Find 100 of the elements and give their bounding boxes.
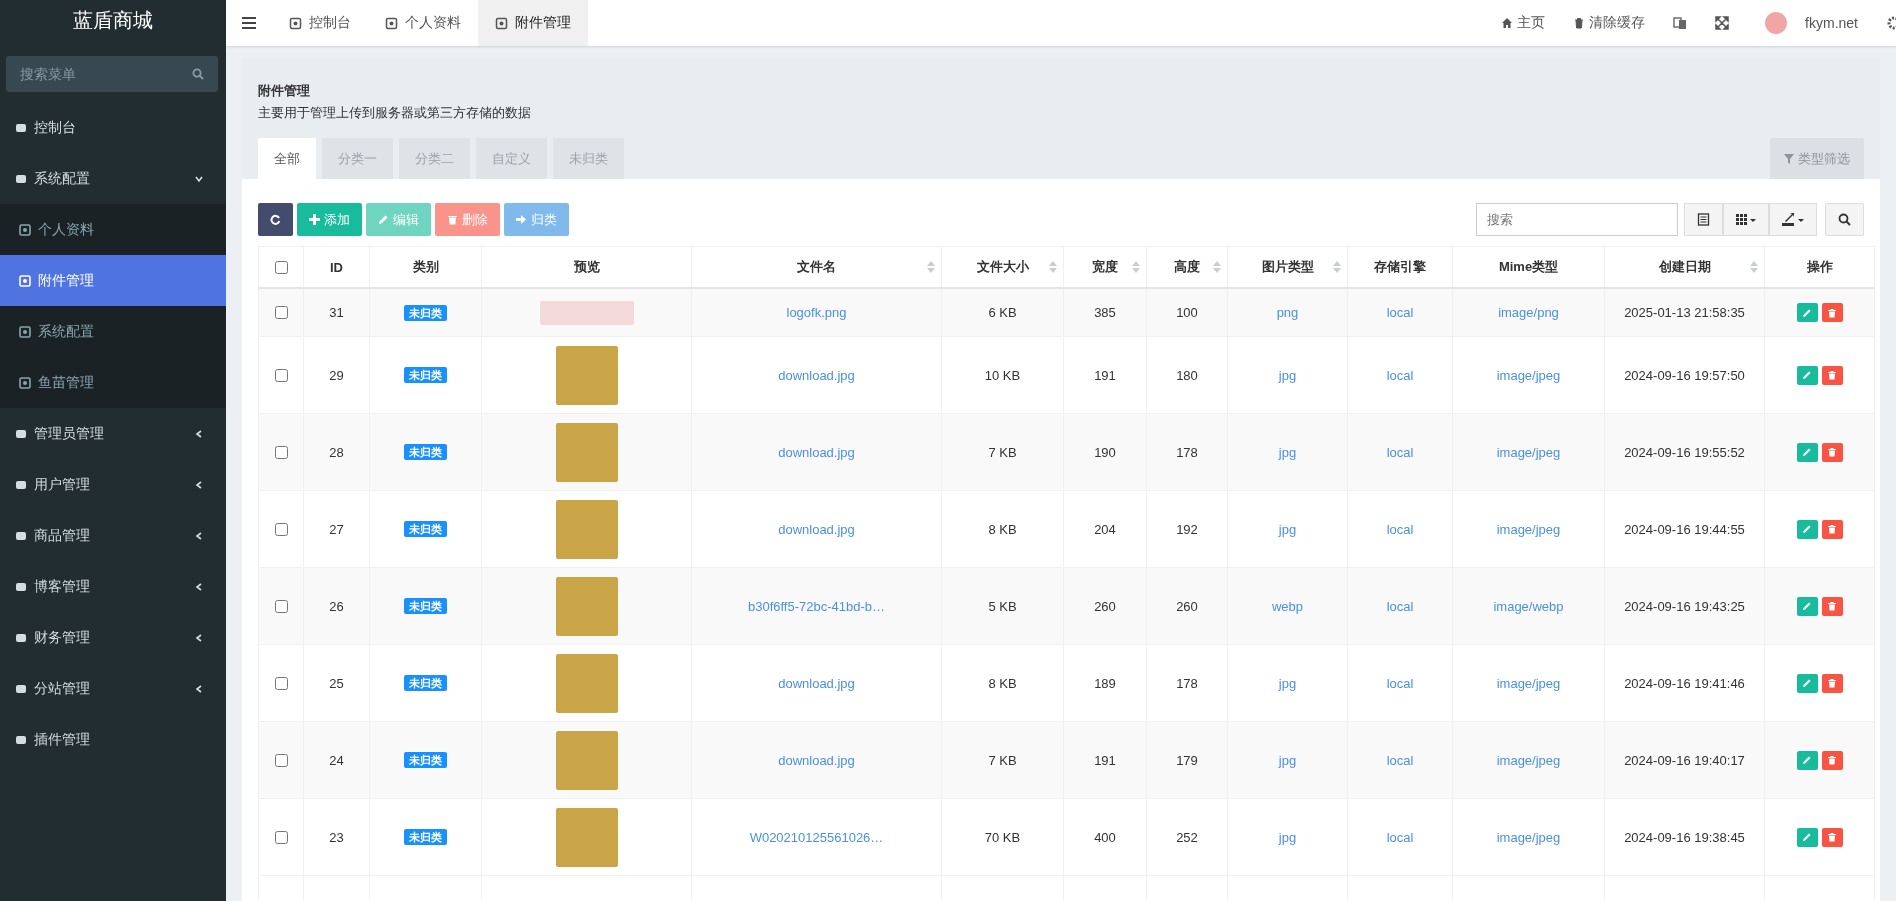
row-checkbox[interactable] — [275, 522, 288, 536]
nav-tab[interactable]: 控制台 — [272, 0, 368, 46]
sidebar-item[interactable]: 控制台 — [0, 102, 226, 153]
mime-link[interactable]: image/jpeg — [1496, 829, 1561, 845]
row-delete-button[interactable] — [1821, 827, 1843, 847]
add-button[interactable]: 添加 — [297, 203, 362, 236]
toggle-view-button[interactable] — [1684, 203, 1723, 236]
row-edit-button[interactable] — [1796, 442, 1818, 462]
columns-dropdown-button[interactable] — [1723, 203, 1769, 236]
table-search-field[interactable]: 搜索 — [1476, 203, 1678, 236]
row-edit-button[interactable] — [1796, 519, 1818, 539]
menu-search-field[interactable]: 搜索菜单 — [6, 56, 218, 92]
sidebar-subitem[interactable]: 个人资料 — [0, 204, 226, 255]
row-checkbox[interactable] — [275, 445, 288, 459]
row-delete-button[interactable] — [1821, 442, 1843, 462]
sidebar-item[interactable]: 分站管理 — [0, 663, 226, 714]
photo-placeholder[interactable] — [555, 653, 618, 713]
storage-link[interactable]: local — [1386, 675, 1414, 691]
mime-link[interactable]: image/jpeg — [1496, 367, 1561, 383]
settings-icon[interactable] — [1886, 16, 1896, 30]
file-link[interactable]: download.jpg — [778, 675, 855, 691]
top-action-link[interactable]: 清除缓存 — [1573, 14, 1646, 32]
photo-placeholder[interactable] — [555, 576, 618, 636]
photo-placeholder[interactable] — [555, 422, 618, 482]
type-link[interactable]: png — [1276, 305, 1299, 320]
file-link[interactable]: download.jpg — [778, 444, 855, 460]
row-checkbox[interactable] — [275, 599, 288, 613]
row-delete-button[interactable] — [1821, 596, 1843, 616]
sidebar-item[interactable]: 博客管理 — [0, 561, 226, 612]
photo-placeholder[interactable] — [555, 499, 618, 559]
type-filter-button[interactable]: 类型筛选 — [1770, 138, 1864, 179]
nav-tab[interactable]: 附件管理 — [478, 0, 588, 46]
row-checkbox[interactable] — [275, 676, 288, 690]
sidebar-subitem[interactable]: 附件管理 — [0, 255, 226, 306]
mime-link[interactable]: image/jpeg — [1496, 521, 1561, 537]
category-tab[interactable]: 自定义 — [476, 138, 547, 179]
row-checkbox[interactable] — [275, 753, 288, 767]
row-delete-button[interactable] — [1821, 303, 1843, 322]
file-link[interactable]: download.jpg — [778, 521, 855, 537]
type-link[interactable]: jpg — [1278, 675, 1297, 691]
type-link[interactable]: jpg — [1278, 829, 1297, 845]
sidebar-subitem[interactable]: 鱼苗管理 — [0, 357, 226, 408]
avatar[interactable] — [1765, 12, 1788, 34]
type-link[interactable]: jpg — [1278, 367, 1297, 383]
row-edit-button[interactable] — [1796, 303, 1818, 322]
type-link[interactable]: jpg — [1278, 444, 1297, 460]
row-delete-button[interactable] — [1821, 365, 1843, 385]
row-edit-button[interactable] — [1796, 673, 1818, 693]
storage-link[interactable]: local — [1386, 367, 1414, 383]
row-checkbox[interactable] — [275, 368, 288, 382]
row-delete-button[interactable] — [1821, 519, 1843, 539]
storage-link[interactable]: local — [1386, 521, 1414, 537]
fullscreen-icon[interactable] — [1715, 16, 1730, 30]
storage-link[interactable]: local — [1386, 305, 1414, 320]
file-link[interactable]: download.jpg — [778, 367, 855, 383]
user-name[interactable]: fkym.net — [1805, 15, 1858, 31]
refresh-button[interactable] — [258, 203, 293, 236]
file-link[interactable]: W020210125561026… — [749, 829, 884, 845]
mime-link[interactable]: image/jpeg — [1496, 752, 1561, 768]
sidebar-subitem[interactable]: 系统配置 — [0, 306, 226, 357]
file-link[interactable]: download.jpg — [778, 752, 855, 768]
category-tab[interactable]: 分类二 — [399, 138, 470, 179]
type-link[interactable]: jpg — [1278, 521, 1297, 537]
type-link[interactable]: jpg — [1278, 752, 1297, 768]
row-delete-button[interactable] — [1821, 750, 1843, 770]
type-link[interactable]: webp — [1271, 598, 1304, 614]
select-all-checkbox[interactable] — [275, 260, 288, 274]
export-dropdown-button[interactable] — [1769, 203, 1817, 236]
sidebar-item[interactable]: 系统配置 — [0, 153, 226, 204]
sidebar-item[interactable]: 插件管理 — [0, 714, 226, 765]
row-edit-button[interactable] — [1796, 750, 1818, 770]
row-delete-button[interactable] — [1821, 673, 1843, 693]
photo-placeholder[interactable] — [555, 807, 618, 867]
storage-link[interactable]: local — [1386, 444, 1414, 460]
mime-link[interactable]: image/png — [1498, 305, 1559, 320]
mime-link[interactable]: image/jpeg — [1496, 444, 1561, 460]
search-button[interactable] — [1825, 203, 1864, 236]
row-checkbox[interactable] — [275, 830, 288, 844]
category-tab[interactable]: 未归类 — [553, 138, 624, 179]
storage-link[interactable]: local — [1386, 598, 1414, 614]
category-tab[interactable]: 全部 — [258, 138, 316, 179]
mime-link[interactable]: image/jpeg — [1496, 675, 1561, 691]
storage-link[interactable]: local — [1386, 829, 1414, 845]
photo-placeholder[interactable] — [555, 730, 618, 790]
sidebar-item[interactable]: 商品管理 — [0, 510, 226, 561]
translate-icon[interactable] — [1673, 16, 1688, 30]
row-edit-button[interactable] — [1796, 596, 1818, 616]
file-link[interactable]: logofk.png — [786, 305, 847, 320]
top-action-link[interactable]: 主页 — [1501, 14, 1546, 32]
mime-link[interactable]: image/webp — [1493, 598, 1564, 614]
row-edit-button[interactable] — [1796, 365, 1818, 385]
storage-link[interactable]: local — [1386, 752, 1414, 768]
photo-placeholder[interactable] — [555, 345, 618, 405]
sidebar-item[interactable]: 用户管理 — [0, 459, 226, 510]
file-link[interactable]: b30f6ff5-72bc-41bd-b… — [747, 598, 886, 614]
menu-icon[interactable] — [242, 17, 256, 29]
row-checkbox[interactable] — [275, 306, 288, 319]
nav-tab[interactable]: 个人资料 — [368, 0, 478, 46]
sidebar-item[interactable]: 财务管理 — [0, 612, 226, 663]
sidebar-item[interactable]: 管理员管理 — [0, 408, 226, 459]
